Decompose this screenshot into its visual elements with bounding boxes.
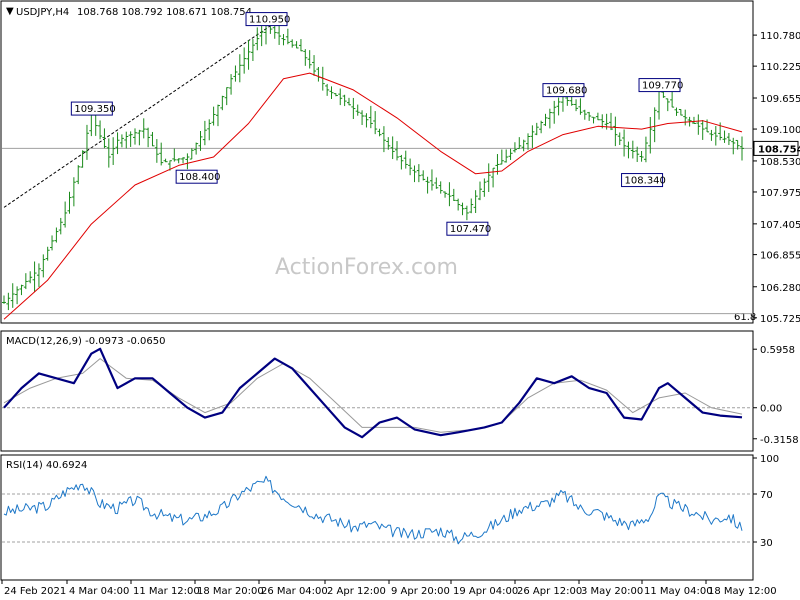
- macd-header: MACD(12,26,9) -0.0973 -0.0650: [6, 336, 166, 347]
- price-tick-label: 107.405: [760, 220, 800, 231]
- price-label: 107.470: [450, 224, 491, 235]
- price-tick-label: 106.855: [760, 251, 800, 262]
- x-tick-label: 2 Apr 12:00: [327, 586, 386, 597]
- price-axis: 110.780 110.225 109.655 109.100 108.530 107.9…: [753, 31, 800, 325]
- x-axis: 24 Feb 2021 4 Mar 04:00 11 Mar 12:0018 Mar…: [1, 580, 777, 597]
- x-tick-label: 9 Apr 20:00: [391, 586, 450, 597]
- price-tick-label: 110.780: [760, 31, 800, 42]
- usdjpy-chart: ActionForex.com ▼ USDJPY,H4 108.768 108.…: [0, 0, 800, 597]
- price-label: 108.340: [625, 176, 666, 187]
- macd-tick-label: -0.3158: [760, 435, 799, 446]
- rsi-tick-label: 30: [760, 538, 773, 549]
- price-label: 109.680: [546, 86, 587, 97]
- x-tick-label: 3 May 20:00: [581, 586, 643, 597]
- x-tick-label: 24 Feb 2021: [4, 586, 66, 597]
- price-label: 109.770: [642, 81, 683, 92]
- macd-panel: [0, 330, 754, 452]
- price-tick-label: 105.725: [760, 314, 800, 325]
- price-tick-label: 108.530: [760, 157, 800, 168]
- x-tick-label: 26 Mar 04:00: [261, 586, 328, 597]
- x-tick-label: 26 Apr 12:00: [517, 586, 582, 597]
- price-tick-label: 109.655: [760, 94, 800, 105]
- rsi-panel: [0, 454, 754, 581]
- x-tick-label: 19 Apr 04:00: [453, 586, 518, 597]
- price-header-icon: ▼: [6, 6, 14, 17]
- price-tick-label: 109.100: [760, 125, 800, 136]
- price-tick-label: 110.225: [760, 62, 800, 73]
- price-label: 110.950: [249, 15, 290, 26]
- x-tick-label: 18 May 12:00: [708, 586, 777, 597]
- current-price-label: 108.754: [758, 144, 800, 155]
- macd-tick-label: 0.00: [760, 404, 782, 415]
- x-tick-label: 11 Mar 12:00: [133, 586, 200, 597]
- macd-tick-label: 0.5958: [760, 345, 795, 356]
- price-label: 109.350: [74, 104, 115, 115]
- rsi-header: RSI(14) 40.6924: [6, 460, 87, 471]
- rsi-tick-label: 100: [760, 454, 779, 465]
- rsi-tick-label: 70: [760, 490, 773, 501]
- x-tick-label: 4 Mar 04:00: [69, 586, 129, 597]
- price-tick-label: 106.280: [760, 283, 800, 294]
- price-label: 108.400: [179, 172, 220, 183]
- x-tick-label: 11 May 04:00: [644, 586, 713, 597]
- price-header-symbol: USDJPY,H4: [16, 7, 69, 18]
- price-tick-label: 107.975: [760, 188, 800, 199]
- price-header-ohlc: 108.768 108.792 108.671 108.754: [77, 7, 252, 18]
- watermark: ActionForex.com: [275, 255, 458, 280]
- x-tick-label: 18 Mar 20:00: [197, 586, 264, 597]
